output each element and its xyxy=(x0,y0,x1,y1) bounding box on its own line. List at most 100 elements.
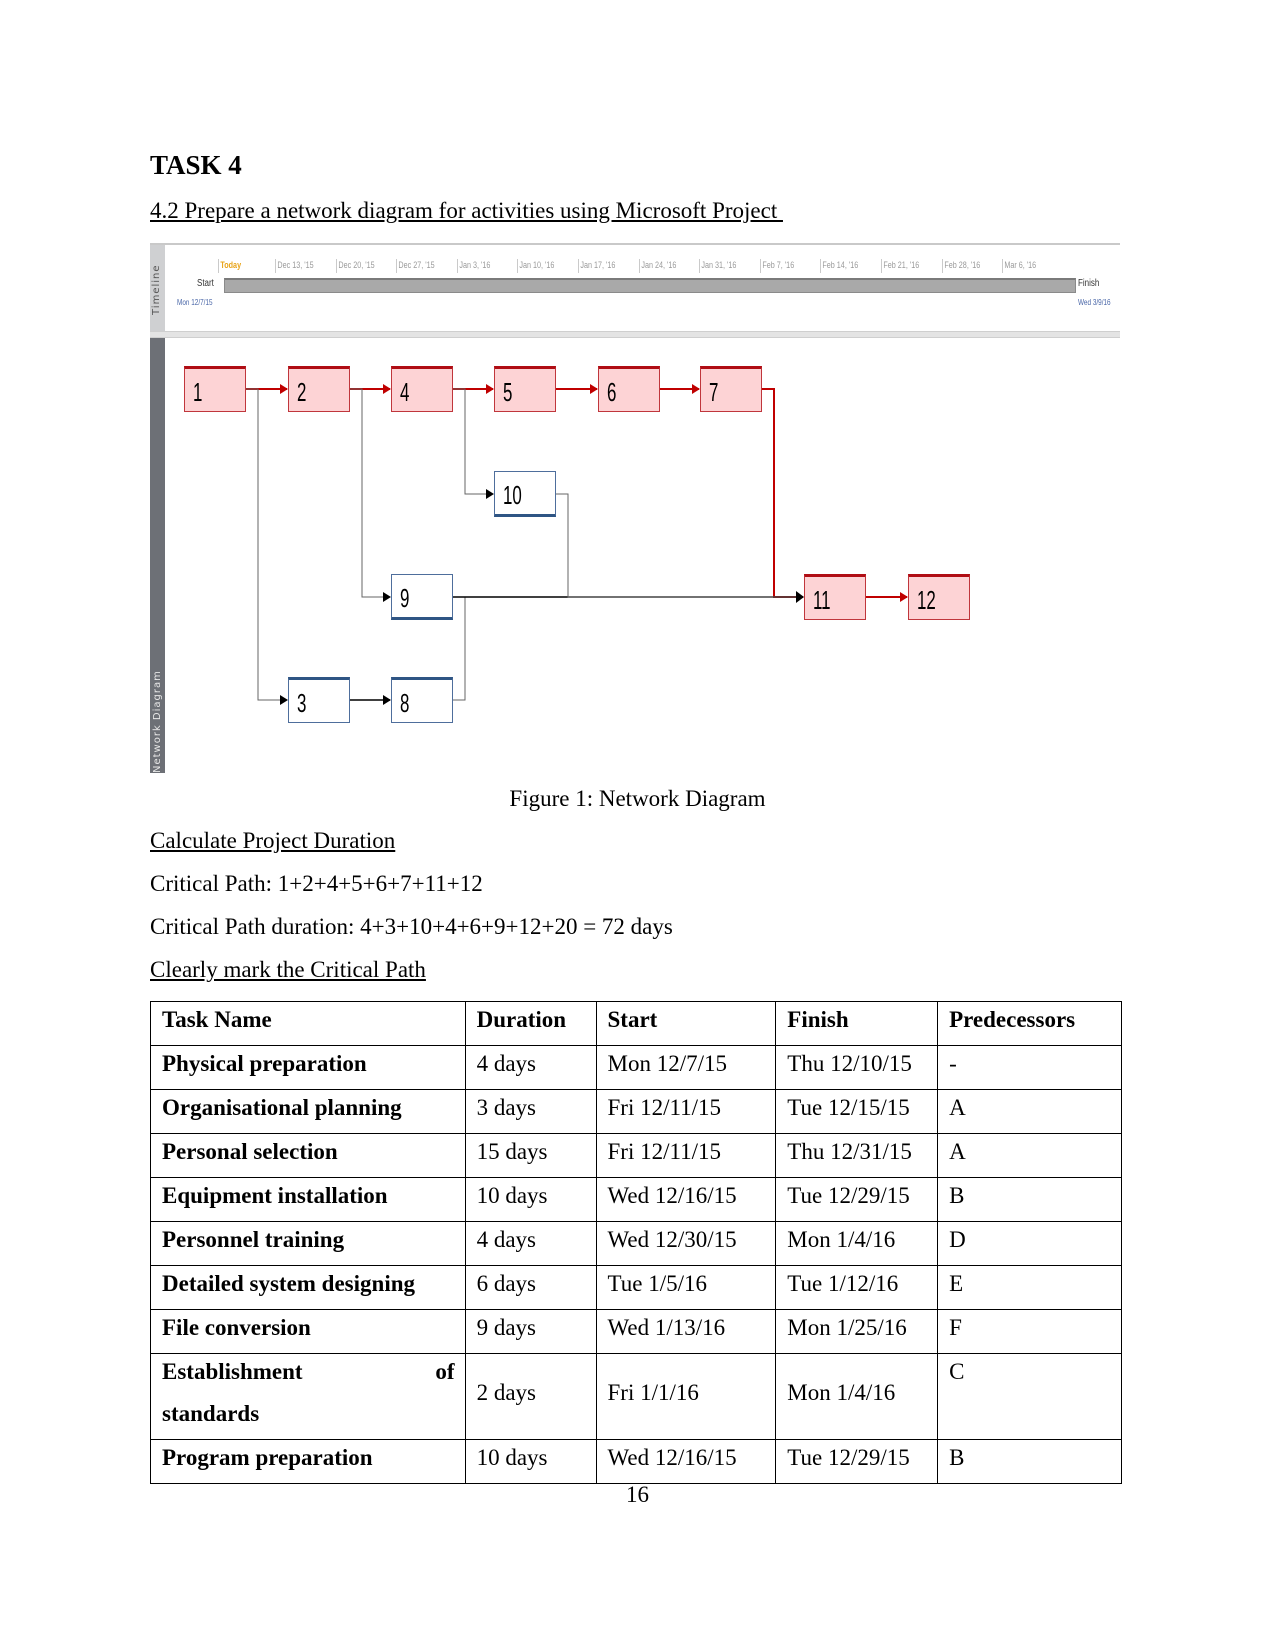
cell-start: Fri 12/11/15 xyxy=(595,1089,777,1134)
task-node-id: 4 xyxy=(400,377,410,407)
cell-finish: Tue 1/12/16 xyxy=(775,1265,939,1310)
table-row: Program preparation 10 days Wed 12/16/15 Tu… xyxy=(150,1439,1122,1484)
task-node-id: 7 xyxy=(709,377,719,407)
cell-duration: 9 days xyxy=(464,1309,597,1354)
cell-duration: 6 days xyxy=(464,1265,597,1310)
header-task-name: Task Name xyxy=(150,1001,466,1046)
task-node-1[interactable]: 1 xyxy=(184,366,246,412)
task-heading: TASK 4 xyxy=(150,150,242,180)
task-table: Task Name Duration Start Finish Predeces… xyxy=(150,1001,1122,1484)
cell-start: Fri 12/11/15 xyxy=(595,1133,777,1178)
cell-start: Wed 12/30/15 xyxy=(595,1221,777,1266)
cell-task-name: Physical preparation xyxy=(150,1045,466,1090)
header-finish: Finish xyxy=(775,1001,939,1046)
table-row: Organisational planning 3 days Fri 12/11/1… xyxy=(150,1089,1122,1134)
header-predecessors: Predecessors xyxy=(937,1001,1122,1046)
cell-predecessors: B xyxy=(937,1439,1122,1484)
table-row: Equipment installation 10 days Wed 12/16/1… xyxy=(150,1177,1122,1222)
cell-task-name: Equipment installation xyxy=(150,1177,466,1222)
task-node-4[interactable]: 4 xyxy=(391,366,453,412)
task-node-id: 10 xyxy=(503,480,522,510)
cell-duration: 4 days xyxy=(464,1045,597,1090)
cell-task-name: File conversion xyxy=(150,1309,466,1354)
cell-start: Mon 12/7/15 xyxy=(595,1045,777,1090)
page-number: 16 xyxy=(626,1482,649,1507)
table-row: Personnel training 4 days Wed 12/30/15 Mon … xyxy=(150,1221,1122,1266)
cell-finish: Tue 12/15/15 xyxy=(775,1089,939,1134)
task-node-id: 8 xyxy=(400,688,410,718)
task-node-id: 1 xyxy=(193,377,203,407)
task-node-7[interactable]: 7 xyxy=(700,366,762,412)
task-node-2[interactable]: 2 xyxy=(288,366,350,412)
task-node-12[interactable]: 12 xyxy=(908,574,970,620)
cell-predecessors: - xyxy=(937,1045,1122,1090)
cell-finish: Mon 1/4/16 xyxy=(775,1353,939,1440)
arrowhead-into-11 xyxy=(796,591,804,603)
cell-duration: 10 days xyxy=(464,1177,597,1222)
cell-finish: Mon 1/4/16 xyxy=(775,1221,939,1266)
cell-task-name: Organisational planning xyxy=(150,1089,466,1134)
table-row: Physical preparation 4 days Mon 12/7/15 Thu… xyxy=(150,1045,1122,1090)
table-row: Detailed system designing 6 days Tue 1/5/1… xyxy=(150,1265,1122,1310)
network-diagram-figure: Timeline Today Dec 13, '15 Dec 20, '15 Dec… xyxy=(150,243,1120,773)
task-node-3[interactable]: 3 xyxy=(288,677,350,723)
cell-predecessors: F xyxy=(937,1309,1122,1354)
cell-duration: 10 days xyxy=(464,1439,597,1484)
header-duration: Duration xyxy=(464,1001,597,1046)
cell-task-name-part: Establishment xyxy=(162,1359,303,1384)
cell-predecessors: E xyxy=(937,1265,1122,1310)
critical-path-duration-text: Critical Path duration: 4+3+10+4+6+9+12+… xyxy=(150,914,673,939)
link-8-to-11 xyxy=(453,596,803,701)
task-node-10[interactable]: 10 xyxy=(494,471,556,517)
task-node-6[interactable]: 6 xyxy=(598,366,660,412)
cell-finish: Tue 12/29/15 xyxy=(775,1439,939,1484)
table-header-row: Task Name Duration Start Finish Predeces… xyxy=(150,1001,1122,1046)
cell-start: Tue 1/5/16 xyxy=(595,1265,777,1310)
cell-start: Wed 12/16/15 xyxy=(595,1439,777,1484)
section-calculate-duration: Calculate Project Duration xyxy=(150,828,396,853)
cell-task-name-part: of xyxy=(435,1359,455,1384)
link-10-to-11 xyxy=(556,493,803,598)
cell-task-name: Detailed system designing xyxy=(150,1265,466,1310)
cell-task-name: Personnel training xyxy=(150,1221,466,1266)
cell-duration: 15 days xyxy=(464,1133,597,1178)
cell-predecessors: A xyxy=(937,1133,1122,1178)
link-1-to-3 xyxy=(246,388,288,705)
link-7-to-11 xyxy=(762,388,804,602)
header-start: Start xyxy=(595,1001,777,1046)
cell-predecessors: D xyxy=(937,1221,1122,1266)
cell-start: Wed 12/16/15 xyxy=(595,1177,777,1222)
cell-predecessors: C xyxy=(937,1353,1122,1440)
cell-duration: 4 days xyxy=(464,1221,597,1266)
cell-duration: 3 days xyxy=(464,1089,597,1134)
task-node-id: 2 xyxy=(297,377,307,407)
cell-task-name-part: standards xyxy=(162,1401,260,1426)
cell-predecessors: B xyxy=(937,1177,1122,1222)
task-node-id: 12 xyxy=(917,585,936,615)
table-row: Establishment of standards 2 days Fri 1/1/16… xyxy=(150,1353,1122,1440)
task-node-5[interactable]: 5 xyxy=(494,366,556,412)
cell-finish: Tue 12/29/15 xyxy=(775,1177,939,1222)
cell-start: Wed 1/13/16 xyxy=(595,1309,777,1354)
task-node-id: 11 xyxy=(813,585,831,615)
task-node-id: 5 xyxy=(503,377,513,407)
task-node-11[interactable]: 11 xyxy=(804,574,866,620)
cell-task-name: Program preparation xyxy=(150,1439,466,1484)
cell-finish: Mon 1/25/16 xyxy=(775,1309,939,1354)
table-row: File conversion 9 days Wed 1/13/16 Mon 1/25… xyxy=(150,1309,1122,1354)
critical-path-text: Critical Path: 1+2+4+5+6+7+11+12 xyxy=(150,871,483,896)
cell-start: Fri 1/1/16 xyxy=(595,1353,777,1440)
task-node-8[interactable]: 8 xyxy=(391,677,453,723)
cell-duration: 2 days xyxy=(464,1353,597,1440)
cell-predecessors: A xyxy=(937,1089,1122,1134)
task-node-id: 9 xyxy=(400,583,410,613)
figure-caption: Figure 1: Network Diagram xyxy=(509,786,766,811)
task-node-9[interactable]: 9 xyxy=(391,574,453,620)
section-mark-critical-path: Clearly mark the Critical Path xyxy=(150,957,426,982)
cell-task-name: Personal selection xyxy=(150,1133,466,1178)
cell-task-name: Establishment of standards xyxy=(150,1353,466,1440)
table-row: Personal selection 15 days Fri 12/11/15 Thu… xyxy=(150,1133,1122,1178)
link-4-to-10 xyxy=(453,388,494,499)
subheading: 4.2 Prepare a network diagram for activi… xyxy=(150,198,783,223)
task-node-id: 3 xyxy=(297,688,307,718)
